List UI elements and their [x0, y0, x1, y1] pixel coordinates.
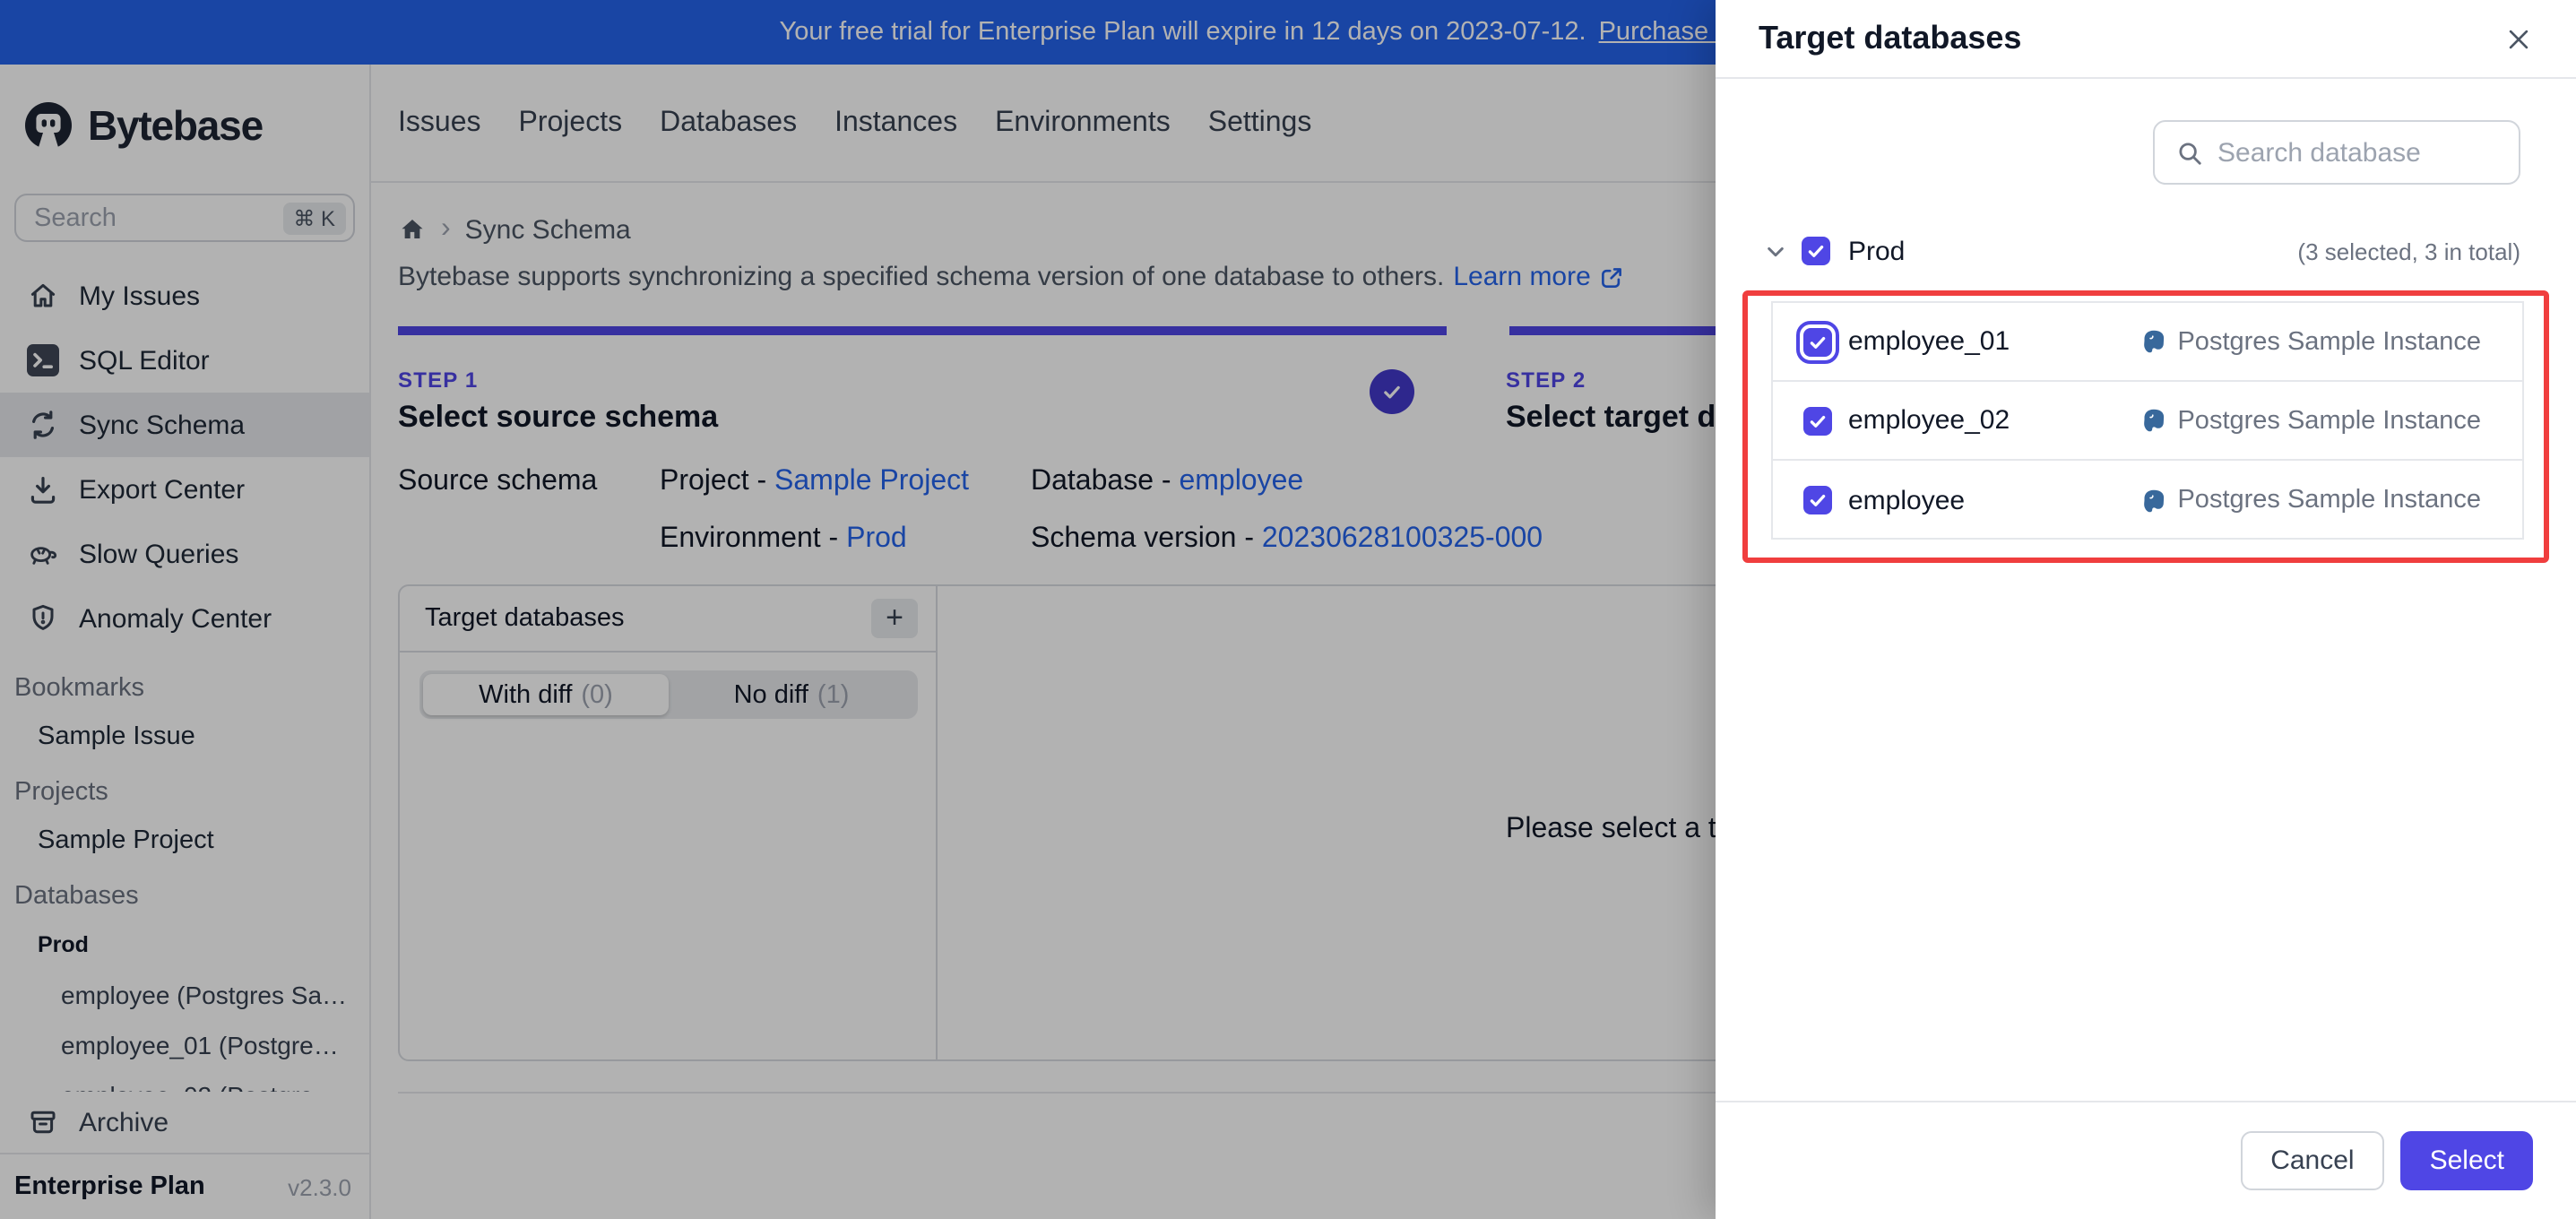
instance-name: Postgres Sample Instance	[2177, 406, 2481, 435]
instance-info: Postgres Sample Instance	[2139, 327, 2481, 356]
close-icon[interactable]	[2504, 24, 2533, 53]
database-search-input[interactable]: Search database	[2153, 120, 2520, 185]
database-name: employee_01	[1848, 326, 2010, 357]
database-name: employee_02	[1848, 405, 2010, 436]
group-name: Prod	[1848, 236, 1906, 266]
environment-group-row: Prod (3 selected, 3 in total)	[1764, 226, 2520, 276]
database-row-employee-02[interactable]: employee_02 Postgres Sample Instance	[1773, 382, 2522, 461]
database-row-employee-01[interactable]: employee_01 Postgres Sample Instance	[1773, 303, 2522, 382]
row-checkbox[interactable]	[1796, 320, 1839, 363]
row-checkbox[interactable]	[1803, 406, 1832, 435]
app-root: Your free trial for Enterprise Plan will…	[0, 0, 2576, 1219]
selection-summary: (3 selected, 3 in total)	[2297, 238, 2520, 264]
instance-info: Postgres Sample Instance	[2139, 486, 2481, 514]
postgres-icon	[2139, 407, 2166, 434]
target-databases-drawer: Target databases Search database Prod (3…	[1716, 0, 2576, 1219]
chevron-down-icon[interactable]	[1764, 239, 1787, 263]
cancel-button[interactable]: Cancel	[2240, 1131, 2385, 1190]
row-checkbox[interactable]	[1803, 486, 1832, 514]
instance-info: Postgres Sample Instance	[2139, 406, 2481, 435]
database-name: employee	[1848, 485, 1966, 515]
search-icon	[2176, 139, 2203, 166]
database-row-employee[interactable]: employee Postgres Sample Instance	[1773, 461, 2522, 540]
postgres-icon	[2139, 328, 2166, 355]
database-search-placeholder: Search database	[2217, 137, 2421, 168]
drawer-footer: Cancel Select	[1716, 1101, 2576, 1219]
instance-name: Postgres Sample Instance	[2177, 327, 2481, 356]
database-list: employee_01 Postgres Sample Instance emp…	[1771, 301, 2524, 540]
drawer-header: Target databases	[1716, 0, 2576, 79]
drawer-title: Target databases	[1759, 20, 2022, 56]
select-button[interactable]: Select	[2400, 1131, 2533, 1190]
instance-name: Postgres Sample Instance	[2177, 486, 2481, 514]
postgres-icon	[2139, 487, 2166, 514]
group-checkbox[interactable]	[1802, 237, 1830, 265]
